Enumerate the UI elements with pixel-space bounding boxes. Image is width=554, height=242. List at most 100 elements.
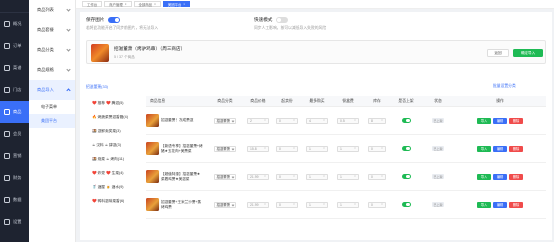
import-button[interactable]: 导入	[477, 117, 491, 124]
batch-set-category-link[interactable]: 批量设置分类	[493, 84, 516, 89]
box-fee-input[interactable]: 0.5 ⇕	[337, 117, 359, 124]
on-shelf-toggle[interactable]	[401, 174, 411, 179]
delete-button[interactable]: 删除	[509, 201, 523, 208]
category-item[interactable]: ❤️ 鸭料滋味菜香(6)	[86, 194, 144, 208]
category-item[interactable]: ❤️ 推荐 ❤️ 腾滋(5)	[86, 96, 144, 110]
stepper-icon: ⇕	[380, 203, 383, 206]
nav-store[interactable]: 门店	[0, 79, 29, 101]
tab-meituan[interactable]: 美团平台 ×	[162, 1, 191, 7]
option-title: 保存图片	[86, 17, 105, 22]
edit-button[interactable]: 编辑	[493, 201, 507, 208]
category-select[interactable]: 招滋董萧	[214, 173, 236, 180]
category-item[interactable]: 🔥 烤蔬菜萧滋香腊(4)	[86, 110, 144, 124]
nav-goods[interactable]: 商品	[0, 101, 29, 123]
category-select[interactable]: 招滋董萧	[214, 201, 236, 208]
option-sync-image: 保存图片 若将此功能开启了同步前图片，将无法导入	[86, 17, 158, 31]
sync-image-toggle[interactable]	[108, 17, 121, 23]
min-qty-input[interactable]: 0 ⇕	[276, 173, 298, 180]
stepper-icon: ⇕	[322, 147, 325, 150]
option-title: 快速模式	[254, 17, 273, 22]
import-button[interactable]: 导入	[477, 145, 491, 152]
nav-orders[interactable]: 订单	[0, 35, 29, 57]
subnav-goods-spec[interactable]: 商品规格	[29, 60, 75, 80]
min-qty-input[interactable]: 0 ⇕	[276, 145, 298, 152]
category-item[interactable]: 🍱 烧菜 ☕ 烤肉(11)	[86, 152, 144, 166]
chevron-down-icon	[231, 203, 234, 206]
nav-settings[interactable]: 设置	[0, 211, 29, 233]
nav-marketing[interactable]: 营销	[0, 145, 29, 167]
edit-button[interactable]: 编辑	[493, 145, 507, 152]
category-header[interactable]: 招滋董萧(33)	[86, 85, 108, 90]
nav-label: 数据	[13, 197, 22, 202]
nav-member[interactable]: 会员	[0, 123, 29, 145]
min-qty-input[interactable]: 0 ⇕	[276, 201, 298, 208]
min-qty-value: 0	[279, 202, 281, 207]
nav-recipes[interactable]: 菜谱	[0, 57, 29, 79]
subnav-emenu[interactable]: 电子菜单	[29, 100, 75, 114]
min-qty-input[interactable]: 0 ⇕	[276, 117, 298, 124]
nav-data[interactable]: 数据	[0, 189, 29, 211]
store-image	[91, 44, 109, 62]
goods-info-cell: 招滋董萧+王米兰沙萧+蒸烤鸡萧	[146, 198, 206, 211]
close-icon[interactable]: ×	[125, 2, 127, 6]
category-item[interactable]: 🍱 滋鲜卖类菜(3)	[86, 124, 144, 138]
stock-input[interactable]: 0 ⇕	[368, 201, 386, 208]
category-list: ❤️ 推荐 ❤️ 腾滋(5) 🔥 烤蔬菜萧滋香腊(4) 🍱 滋鲜卖类菜(3) ☕…	[86, 96, 144, 208]
quick-mode-toggle[interactable]	[276, 17, 289, 23]
category-item[interactable]: ☕ 汉料 ☕ 肆滋(3)	[86, 138, 144, 152]
tab-workbench[interactable]: 工作台	[82, 1, 103, 7]
confirm-import-button[interactable]: 确定导入	[513, 49, 543, 57]
back-button[interactable]: 返回	[487, 49, 509, 57]
import-button[interactable]: 导入	[477, 201, 491, 208]
category-item[interactable]: 🥤 酒屋 🍺 酒水(9)	[86, 180, 144, 194]
status-badge: 已上架	[431, 118, 444, 123]
on-shelf-toggle[interactable]	[401, 146, 411, 151]
close-icon[interactable]: ×	[154, 2, 156, 6]
delete-button[interactable]: 删除	[509, 117, 523, 124]
on-shelf-toggle[interactable]	[401, 118, 411, 123]
category-item[interactable]: ❤️ 炸党 ❤️ 生菜(4)	[86, 166, 144, 180]
stock-value: 8	[371, 118, 373, 123]
stock-input[interactable]: 8 ⇕	[368, 117, 386, 124]
subnav-goods-list[interactable]: 商品列表	[29, 0, 75, 20]
category-value: 招滋董萧	[216, 119, 231, 123]
close-icon[interactable]: ×	[183, 2, 185, 6]
edit-button[interactable]: 编辑	[493, 117, 507, 124]
dashboard-icon	[4, 21, 10, 27]
stock-input[interactable]: 0 ⇕	[368, 145, 386, 152]
tab-all-goods[interactable]: 全部商品 ×	[133, 1, 161, 7]
nav-label: 门店	[13, 87, 22, 92]
delete-button[interactable]: 删除	[509, 173, 523, 180]
box-fee-input[interactable]: 1 ⇕	[337, 201, 359, 208]
subnav-goods-import[interactable]: 商品导入	[29, 80, 75, 100]
max-qty-input[interactable]: 4 ⇕	[306, 117, 328, 124]
subnav-goods-category[interactable]: 商品分类	[29, 40, 75, 60]
price-input[interactable]: 2 ⇕	[247, 117, 269, 124]
import-button[interactable]: 导入	[477, 173, 491, 180]
stepper-icon: ⇕	[292, 119, 295, 122]
stepper-icon: ⇕	[322, 203, 325, 206]
nav-dashboard[interactable]: 概况	[0, 13, 29, 35]
tab-merchant[interactable]: 商户管理 ×	[104, 1, 132, 7]
delete-button[interactable]: 删除	[509, 145, 523, 152]
max-qty-input[interactable]: 1 ⇕	[306, 201, 328, 208]
subnav-label: 商品列表	[37, 7, 54, 12]
nav-finance[interactable]: 财务	[0, 167, 29, 189]
stepper-icon: ⇕	[322, 119, 325, 122]
subnav-meituan[interactable]: 美团平台	[29, 114, 75, 128]
max-qty-input[interactable]: 1 ⇕	[306, 145, 328, 152]
goods-name: 招滋董萧+王米兰沙萧+蒸烤鸡萧	[161, 199, 202, 209]
edit-button[interactable]: 编辑	[493, 173, 507, 180]
price-input[interactable]: 15.8 ⇕	[247, 145, 269, 152]
category-select[interactable]: 招滋董萧	[214, 117, 236, 124]
price-input[interactable]: 21.99 ⇕	[247, 201, 269, 208]
subnav-goods-set[interactable]: 商品套餐	[29, 20, 75, 40]
stock-input[interactable]: 0 ⇕	[368, 173, 386, 180]
category-select[interactable]: 招滋董萧	[214, 145, 236, 152]
max-qty-input[interactable]: 1 ⇕	[306, 173, 328, 180]
box-fee-input[interactable]: 1 ⇕	[337, 173, 359, 180]
on-shelf-toggle[interactable]	[401, 202, 411, 207]
box-fee-value: 1	[340, 146, 342, 151]
box-fee-input[interactable]: 1 ⇕	[337, 145, 359, 152]
price-input[interactable]: 21.99 ⇕	[247, 173, 269, 180]
